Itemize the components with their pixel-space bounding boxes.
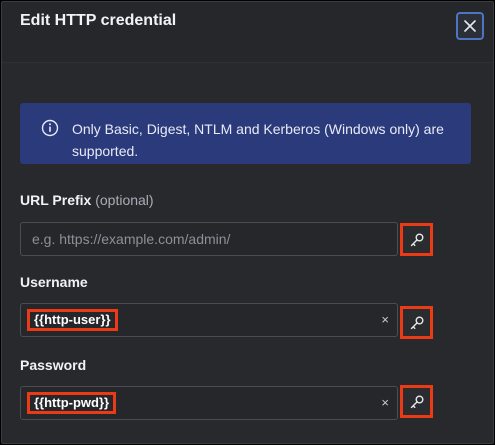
url-prefix-placeholder: e.g. https://example.com/admin/ bbox=[32, 231, 231, 247]
url-prefix-label: URL Prefix (optional) bbox=[20, 192, 154, 208]
info-banner: Only Basic, Digest, NTLM and Kerberos (W… bbox=[20, 103, 471, 164]
password-label: Password bbox=[20, 357, 87, 373]
dialog-body: Only Basic, Digest, NTLM and Kerberos (W… bbox=[2, 63, 493, 443]
username-label: Username bbox=[20, 274, 88, 290]
url-prefix-label-text: URL Prefix bbox=[20, 192, 92, 208]
password-value: {{http-pwd}} bbox=[27, 392, 117, 414]
key-icon bbox=[410, 395, 423, 408]
password-clear-icon[interactable]: × bbox=[381, 395, 389, 410]
dialog-title: Edit HTTP credential bbox=[20, 12, 177, 29]
close-button[interactable] bbox=[456, 12, 484, 40]
close-icon bbox=[464, 20, 476, 32]
info-banner-text: Only Basic, Digest, NTLM and Kerberos (W… bbox=[72, 121, 444, 159]
password-input[interactable]: {{http-pwd}} × bbox=[20, 386, 398, 420]
url-prefix-key-button[interactable] bbox=[400, 223, 433, 256]
username-input[interactable]: {{http-user}} × bbox=[20, 303, 398, 337]
password-key-button[interactable] bbox=[400, 385, 433, 418]
dialog-header: Edit HTTP credential bbox=[2, 2, 493, 63]
key-icon bbox=[410, 233, 423, 246]
username-key-button[interactable] bbox=[400, 306, 433, 339]
username-value: {{http-user}} bbox=[27, 309, 118, 331]
username-clear-icon[interactable]: × bbox=[381, 312, 389, 327]
url-prefix-input[interactable]: e.g. https://example.com/admin/ bbox=[20, 222, 398, 256]
optional-hint: (optional) bbox=[95, 192, 154, 208]
info-icon bbox=[41, 119, 59, 137]
edit-http-credential-dialog: Edit HTTP credential Only Basic, Digest,… bbox=[1, 1, 494, 444]
key-icon bbox=[410, 316, 423, 329]
